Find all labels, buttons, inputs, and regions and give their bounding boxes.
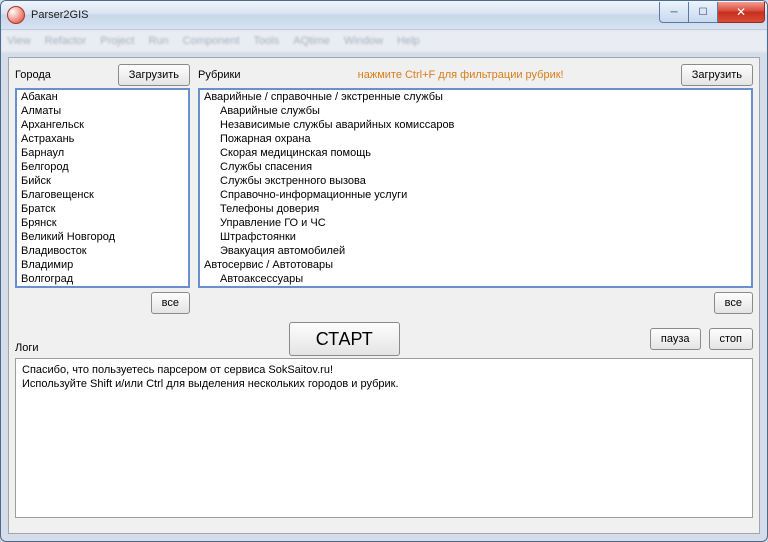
list-item[interactable]: Независимые службы аварийных комиссаров — [200, 118, 751, 132]
window-buttons: ─ ☐ ✕ — [659, 2, 765, 22]
pause-button[interactable]: пауза — [650, 328, 701, 350]
list-item[interactable]: Благовещенск — [17, 188, 188, 202]
log-line: Используйте Shift и/или Ctrl для выделен… — [22, 377, 746, 391]
window: Parser2GIS ─ ☐ ✕ ViewRefactorProjectRunC… — [0, 0, 768, 542]
stop-button[interactable]: стоп — [709, 328, 754, 350]
rubrics-all-button[interactable]: все — [714, 292, 753, 314]
list-item[interactable]: Автосервис / Автотовары — [200, 258, 751, 272]
close-button[interactable]: ✕ — [718, 2, 765, 23]
list-item[interactable]: Архангельск — [17, 118, 188, 132]
maximize-button[interactable]: ☐ — [689, 2, 718, 23]
list-item[interactable]: Эвакуация автомобилей — [200, 244, 751, 258]
cities-label: Города — [15, 69, 51, 81]
list-item[interactable]: Брянск — [17, 216, 188, 230]
minimize-button[interactable]: ─ — [659, 2, 689, 23]
cities-panel: Города Загрузить АбаканАлматыАрхангельск… — [15, 64, 190, 314]
logs-textbox[interactable]: Спасибо, что пользуетесь парсером от сер… — [15, 358, 753, 518]
list-item[interactable]: Автоаксессуары — [200, 272, 751, 286]
app-icon — [7, 6, 25, 24]
list-item[interactable]: Вологда — [17, 286, 188, 288]
log-line: Спасибо, что пользуетесь парсером от сер… — [22, 363, 746, 377]
list-item[interactable]: Штрафстоянки — [200, 230, 751, 244]
list-item[interactable]: Пожарная охрана — [200, 132, 751, 146]
list-item[interactable]: Великий Новгород — [17, 230, 188, 244]
titlebar[interactable]: Parser2GIS ─ ☐ ✕ — [1, 1, 767, 30]
list-item[interactable]: Службы экстренного вызова — [200, 174, 751, 188]
background-menubar: ViewRefactorProjectRunComponentToolsAQti… — [1, 30, 767, 52]
window-title: Parser2GIS — [31, 9, 88, 21]
list-item[interactable]: Телефоны доверия — [200, 202, 751, 216]
list-item[interactable]: Управление ГО и ЧС — [200, 216, 751, 230]
logs-label: Логи — [15, 342, 39, 354]
list-item[interactable]: Аварийные / справочные / экстренные служ… — [200, 90, 751, 104]
rubrics-load-button[interactable]: Загрузить — [681, 64, 753, 86]
list-item[interactable]: Барнаул — [17, 146, 188, 160]
list-item[interactable]: Аварийные службы — [200, 104, 751, 118]
rubrics-label: Рубрики — [198, 69, 240, 81]
list-item[interactable]: Абакан — [17, 90, 188, 104]
list-item[interactable]: Белгород — [17, 160, 188, 174]
cities-listbox[interactable]: АбаканАлматыАрхангельскАстраханьБарнаулБ… — [15, 88, 190, 288]
rubrics-listbox[interactable]: Аварийные / справочные / экстренные служ… — [198, 88, 753, 288]
list-item[interactable]: Бийск — [17, 174, 188, 188]
client-area: Города Загрузить АбаканАлматыАрхангельск… — [8, 57, 760, 534]
list-item[interactable]: Астрахань — [17, 132, 188, 146]
list-item[interactable]: Алматы — [17, 104, 188, 118]
list-item[interactable]: Братск — [17, 202, 188, 216]
list-item[interactable]: Автогазозаправочные станции (АГЗС) — [200, 286, 751, 288]
list-item[interactable]: Скорая медицинская помощь — [200, 146, 751, 160]
list-item[interactable]: Владивосток — [17, 244, 188, 258]
list-item[interactable]: Волгоград — [17, 272, 188, 286]
cities-all-button[interactable]: все — [151, 292, 190, 314]
list-item[interactable]: Службы спасения — [200, 160, 751, 174]
list-item[interactable]: Владимир — [17, 258, 188, 272]
cities-load-button[interactable]: Загрузить — [118, 64, 190, 86]
rubrics-panel: Рубрики нажмите Ctrl+F для фильтрации ру… — [198, 64, 753, 314]
list-item[interactable]: Справочно-информационные услуги — [200, 188, 751, 202]
start-button[interactable]: СТАРТ — [289, 322, 400, 356]
rubrics-hint: нажмите Ctrl+F для фильтрации рубрик! — [358, 69, 564, 81]
